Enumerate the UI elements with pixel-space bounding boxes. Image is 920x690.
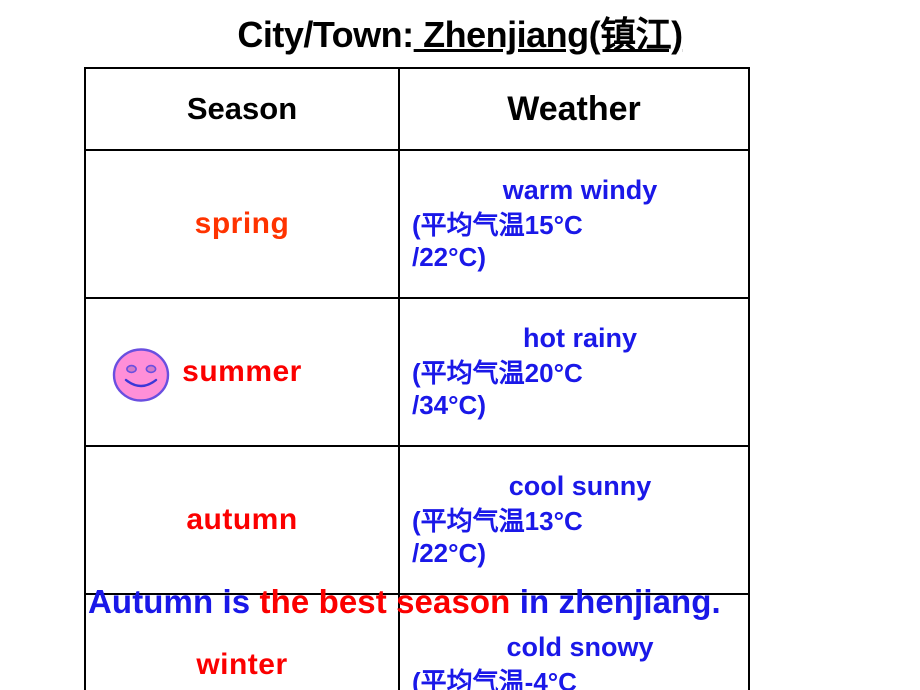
- weather-cell-summer: hot rainy (平均气温20°C /34°C): [398, 297, 750, 447]
- season-cell-spring: spring: [84, 149, 400, 299]
- page-title: City/Town: Zhenjiang(镇江): [0, 6, 920, 58]
- season-label-summer: summer: [182, 355, 302, 388]
- weather-conditions-autumn: cool sunny: [508, 470, 652, 501]
- table-row: spring warm windy (平均气温15°C /22°C): [84, 149, 750, 299]
- weather-temp-autumn-line2: /22°C): [412, 537, 486, 568]
- season-cell-autumn: autumn: [84, 445, 400, 595]
- table-row: autumn cool sunny (平均气温13°C /22°C): [84, 445, 750, 595]
- weather-conditions-spring: warm windy: [502, 174, 658, 205]
- weather-temp-autumn-line1: (平均气温13°C: [412, 505, 583, 536]
- best-season-sentence: Autumn is the best season in zhenjiang.: [88, 583, 721, 621]
- sentence-part-1: Autumn is: [88, 583, 260, 620]
- smiley-face-icon: [112, 348, 170, 402]
- slide-canvas: City/Town: Zhenjiang(镇江) Season Weather …: [0, 0, 920, 690]
- season-label-winter: winter: [196, 648, 288, 681]
- weather-conditions-summer: hot rainy: [522, 322, 637, 353]
- column-header-weather: Weather: [398, 67, 750, 151]
- season-label-autumn: autumn: [186, 503, 298, 536]
- weather-temp-summer-line1: (平均气温20°C: [412, 357, 583, 388]
- sentence-part-2-highlight: the best season: [259, 583, 511, 620]
- table-row: summer hot rainy (平均气温20°C /34°C): [84, 297, 750, 447]
- weather-temp-winter-line1: (平均气温-4°C: [412, 666, 577, 690]
- weather-temp-summer-line2: /34°C): [412, 389, 486, 420]
- season-cell-summer: summer: [84, 297, 400, 447]
- title-city-value: Zhenjiang(镇江): [413, 14, 683, 55]
- table-header-row: Season Weather: [84, 67, 750, 151]
- sentence-part-3: in zhenjiang.: [510, 583, 721, 620]
- column-header-season: Season: [84, 67, 400, 151]
- season-label-spring: spring: [194, 207, 290, 240]
- weather-cell-spring: warm windy (平均气温15°C /22°C): [398, 149, 750, 299]
- weather-cell-autumn: cool sunny (平均气温13°C /22°C): [398, 445, 750, 595]
- title-prefix: City/Town:: [237, 14, 414, 55]
- weather-temp-spring-line2: /22°C): [412, 241, 486, 272]
- weather-conditions-winter: cold snowy: [506, 631, 654, 662]
- weather-temp-spring-line1: (平均气温15°C: [412, 209, 583, 240]
